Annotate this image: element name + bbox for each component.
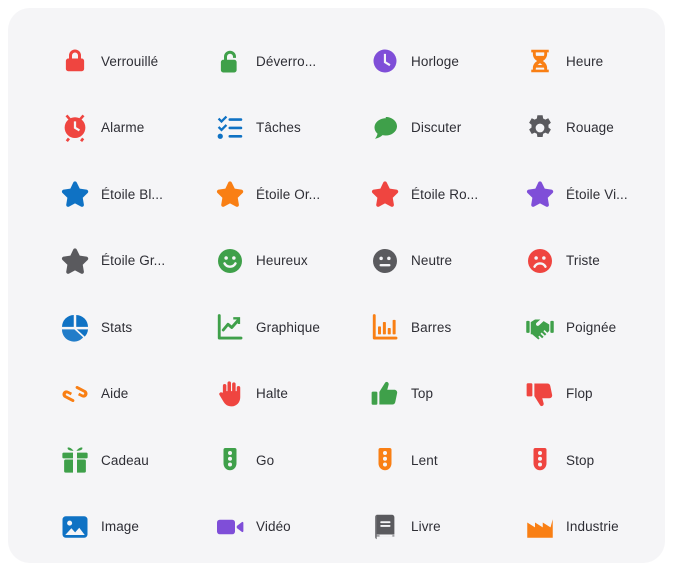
icon-label: Barres	[411, 319, 452, 335]
icon-label: Étoile Or...	[256, 186, 321, 202]
icon-label: Stop	[566, 452, 595, 468]
icon-label: Horloge	[411, 53, 459, 69]
icon-cell-poign-e[interactable]: Poignée	[525, 294, 665, 361]
tasks-checklist-icon	[215, 113, 245, 143]
icon-label: Étoile Vi...	[566, 186, 628, 202]
icon-cell-verrouill[interactable]: Verrouillé	[60, 28, 215, 95]
icon-cell-t-ches[interactable]: Tâches	[215, 95, 370, 162]
icon-cell--toile-bl[interactable]: Étoile Bl...	[60, 161, 215, 228]
image-icon	[60, 512, 90, 542]
thumbs-down-icon	[525, 379, 555, 409]
icon-label: Aide	[101, 386, 129, 401]
star-purple-icon	[525, 179, 555, 209]
icon-cell-industrie[interactable]: Industrie	[525, 494, 665, 561]
icon-cell-image[interactable]: Image	[60, 494, 215, 561]
icon-cell-discuter[interactable]: Discuter	[370, 95, 525, 162]
icon-label: Neutre	[411, 253, 453, 268]
icon-cell-stats[interactable]: Stats	[60, 294, 215, 361]
icon-label: Halte	[256, 386, 289, 401]
icon-label: Image	[101, 519, 140, 534]
icon-gallery-card: Verrouillé Déverro... Horloge Heure Alarme Tâ…	[8, 8, 665, 563]
icon-cell-alarme[interactable]: Alarme	[60, 95, 215, 162]
icon-label: Discuter	[411, 120, 462, 135]
icon-cell-heureux[interactable]: Heureux	[215, 228, 370, 295]
icon-cell--toile-ro[interactable]: Étoile Ro...	[370, 161, 525, 228]
icon-label: Lent	[411, 452, 438, 468]
icon-label: Stats	[101, 319, 133, 335]
icon-label: Heureux	[256, 253, 308, 268]
icon-cell-triste[interactable]: Triste	[525, 228, 665, 295]
video-camera-icon	[215, 512, 245, 542]
icon-cell-flop[interactable]: Flop	[525, 361, 665, 428]
icon-label: Rouage	[566, 120, 614, 135]
icon-label: Flop	[566, 386, 593, 401]
factory-icon	[525, 512, 555, 542]
star-orange-icon	[215, 179, 245, 209]
icon-label: Vidéo	[256, 519, 291, 534]
helping-hands-icon	[60, 379, 90, 409]
clock-icon	[370, 46, 400, 76]
icon-label: Tâches	[256, 120, 301, 135]
icon-label: Déverro...	[256, 53, 317, 69]
icon-cell--toile-gr[interactable]: Étoile Gr...	[60, 228, 215, 295]
icon-cell-top[interactable]: Top	[370, 361, 525, 428]
book-icon	[370, 512, 400, 542]
icon-cell-aide[interactable]: Aide	[60, 361, 215, 428]
star-red-icon	[370, 179, 400, 209]
icon-cell-cadeau[interactable]: Cadeau	[60, 427, 215, 494]
happy-face-icon	[215, 246, 245, 276]
icon-cell-vid-o[interactable]: Vidéo	[215, 494, 370, 561]
unlock-icon	[215, 46, 245, 76]
alarm-clock-icon	[60, 113, 90, 143]
star-gray-icon	[60, 246, 90, 276]
icon-cell-halte[interactable]: Halte	[215, 361, 370, 428]
icon-cell-barres[interactable]: Barres	[370, 294, 525, 361]
lock-icon	[60, 46, 90, 76]
icon-label: Top	[411, 386, 434, 401]
icon-label: Étoile Bl...	[101, 186, 163, 202]
icon-cell--toile-or[interactable]: Étoile Or...	[215, 161, 370, 228]
icon-label: Alarme	[101, 120, 145, 135]
neutral-face-icon	[370, 246, 400, 276]
handshake-icon	[525, 312, 555, 342]
bar-chart-icon	[370, 312, 400, 342]
icon-label: Livre	[411, 519, 441, 534]
hourglass-icon	[525, 46, 555, 76]
gear-icon	[525, 113, 555, 143]
icon-label: Poignée	[566, 319, 617, 335]
icon-cell-rouage[interactable]: Rouage	[525, 95, 665, 162]
traffic-light-go-icon	[215, 445, 245, 475]
icon-label: Graphique	[256, 319, 320, 335]
icon-cell-graphique[interactable]: Graphique	[215, 294, 370, 361]
sad-face-icon	[525, 246, 555, 276]
icon-cell-heure[interactable]: Heure	[525, 28, 665, 95]
traffic-light-slow-icon	[370, 445, 400, 475]
icon-cell-stop[interactable]: Stop	[525, 427, 665, 494]
icon-cell-lent[interactable]: Lent	[370, 427, 525, 494]
icon-grid: Verrouillé Déverro... Horloge Heure Alarme Tâ…	[8, 8, 665, 563]
icon-cell-livre[interactable]: Livre	[370, 494, 525, 561]
star-blue-icon	[60, 179, 90, 209]
stop-hand-icon	[215, 379, 245, 409]
icon-label: Triste	[566, 253, 600, 268]
thumbs-up-icon	[370, 379, 400, 409]
pie-chart-icon	[60, 312, 90, 342]
icon-cell-d-verro[interactable]: Déverro...	[215, 28, 370, 95]
icon-label: Go	[256, 452, 275, 468]
gift-icon	[60, 445, 90, 475]
icon-cell-horloge[interactable]: Horloge	[370, 28, 525, 95]
traffic-light-stop-icon	[525, 445, 555, 475]
icon-cell-go[interactable]: Go	[215, 427, 370, 494]
icon-label: Industrie	[566, 519, 619, 534]
icon-label: Cadeau	[101, 452, 149, 468]
line-chart-icon	[215, 312, 245, 342]
icon-cell--toile-vi[interactable]: Étoile Vi...	[525, 161, 665, 228]
icon-label: Heure	[566, 53, 604, 69]
icon-label: Étoile Ro...	[411, 186, 479, 202]
chat-bubble-icon	[370, 113, 400, 143]
icon-label: Étoile Gr...	[101, 253, 166, 268]
icon-cell-neutre[interactable]: Neutre	[370, 228, 525, 295]
icon-label: Verrouillé	[101, 53, 159, 69]
